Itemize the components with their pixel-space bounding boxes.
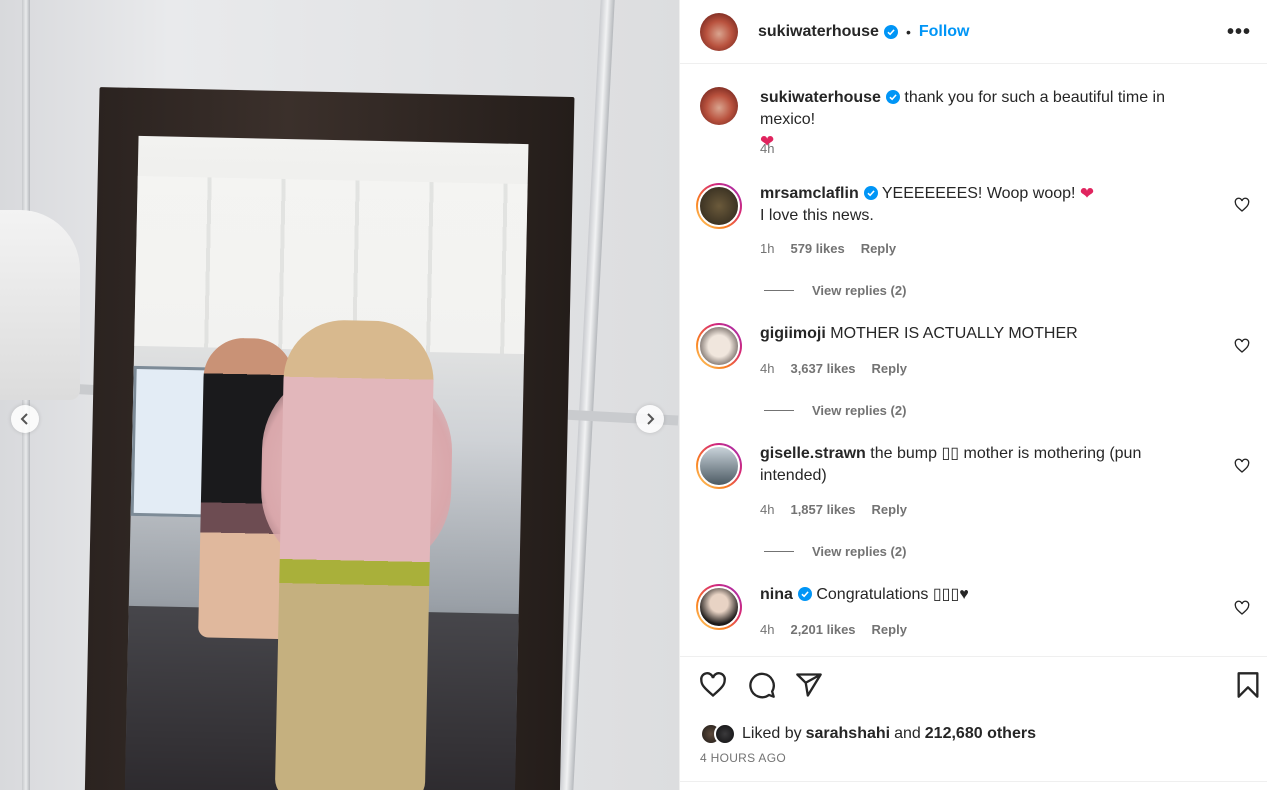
verified-badge-icon (883, 24, 898, 39)
reply-button[interactable]: Reply (872, 361, 907, 376)
mirror-reflection (124, 135, 529, 790)
more-options-button[interactable]: ••• (1225, 20, 1253, 44)
comment-likes[interactable]: 3,637 likes (790, 361, 855, 376)
replies-divider (764, 410, 794, 411)
comment-likes[interactable]: 579 likes (790, 241, 844, 256)
liked-by-prefix: Liked by (742, 725, 802, 742)
comment-text: giselle.strawn the bump ▯▯ mother is mot… (760, 443, 1190, 487)
bookmark-icon (1237, 672, 1259, 698)
comment-button[interactable] (747, 671, 777, 701)
comment-item: mrsamclaflin YEEEEEEES! Woop woop! ❤ I l… (696, 183, 1256, 303)
comment-meta: 1h 579 likes Reply (760, 241, 896, 256)
commenter-avatar[interactable] (696, 443, 742, 489)
comment-meta: 4h 3,637 likes Reply (760, 361, 907, 376)
comment-username[interactable]: mrsamclaflin (760, 185, 859, 202)
comment-heart-icon[interactable] (1234, 600, 1250, 616)
verified-badge-icon (863, 186, 878, 200)
save-button[interactable] (1233, 671, 1263, 701)
like-button[interactable] (698, 671, 728, 701)
comment-item: nina Congratulations ▯▯▯♥ 4h 2,201 likes… (696, 584, 1256, 654)
comment-item: gigiimoji MOTHER IS ACTUALLY MOTHER 4h 3… (696, 323, 1256, 423)
follow-button[interactable]: Follow (919, 23, 970, 41)
view-replies-button[interactable]: View replies (2) (764, 403, 906, 418)
replies-divider (764, 551, 794, 552)
comment-heart-icon[interactable] (1234, 197, 1250, 213)
comment-text: gigiimoji MOTHER IS ACTUALLY MOTHER (760, 323, 1190, 345)
post-header: sukiwaterhouse • Follow ••• (680, 0, 1267, 64)
author-avatar[interactable] (700, 12, 738, 51)
view-replies-label: View replies (2) (812, 403, 907, 418)
separator-dot: • (905, 23, 911, 40)
comment-time: 1h (760, 241, 775, 256)
comment-time: 4h (760, 361, 775, 376)
comment-heart-icon[interactable] (1234, 458, 1250, 474)
view-replies-button[interactable]: View replies (2) (764, 283, 906, 298)
caption: sukiwaterhouse thank you for such a beau… (696, 87, 1256, 167)
commenter-avatar[interactable] (696, 584, 742, 630)
caption-avatar[interactable] (700, 87, 738, 125)
comment-body: Congratulations ▯▯▯♥ (816, 586, 969, 603)
comment-item: giselle.strawn the bump ▯▯ mother is mot… (696, 443, 1256, 563)
comment-meta: 4h 2,201 likes Reply (760, 622, 907, 637)
divider (680, 781, 1267, 782)
caption-time: 4h (760, 141, 775, 156)
liked-by-user[interactable]: sarahshahi (806, 725, 890, 743)
view-replies-label: View replies (2) (812, 283, 907, 298)
share-icon (796, 673, 822, 697)
caption-text: sukiwaterhouse thank you for such a beau… (760, 87, 1190, 153)
comment-body: YEEEEEEES! Woop woop! (881, 185, 1076, 202)
comment-username[interactable]: nina (760, 586, 793, 603)
commenter-avatar[interactable] (696, 323, 742, 369)
person-right (274, 319, 435, 790)
comment-meta: 4h 1,857 likes Reply (760, 502, 907, 517)
comment-icon (749, 672, 775, 699)
comment-heart-icon[interactable] (1234, 338, 1250, 354)
reply-button[interactable]: Reply (872, 502, 907, 517)
post-side-panel: sukiwaterhouse • Follow ••• sukiwaterhou… (679, 0, 1267, 790)
share-button[interactable] (794, 671, 824, 701)
chevron-left-icon (20, 413, 28, 425)
commenter-avatar[interactable] (696, 183, 742, 229)
view-replies-label: View replies (2) (812, 544, 907, 559)
post-photo[interactable] (0, 0, 679, 790)
comment-time: 4h (760, 502, 775, 517)
comment-text: nina Congratulations ▯▯▯♥ (760, 584, 1190, 606)
mirror-frame (84, 87, 575, 790)
comment-username[interactable]: giselle.strawn (760, 445, 866, 462)
replies-divider (764, 290, 794, 291)
liked-by: Liked by sarahshahi and 212,680 others (700, 723, 1036, 745)
reply-button[interactable]: Reply (861, 241, 896, 256)
post-time: 4 HOURS AGO (700, 751, 786, 765)
comment-body-line2: I love this news. (760, 207, 874, 224)
post-actions-bar: Liked by sarahshahi and 212,680 others 4… (680, 656, 1267, 790)
view-replies-button[interactable]: View replies (2) (764, 544, 906, 559)
lamp-shade (0, 210, 80, 400)
liker-avatar (714, 723, 736, 745)
carousel-next-button[interactable] (636, 405, 664, 433)
comment-username[interactable]: gigiimoji (760, 325, 826, 342)
heart-icon (700, 672, 726, 698)
reply-button[interactable]: Reply (872, 622, 907, 637)
verified-badge-icon (797, 587, 812, 601)
comment-text: mrsamclaflin YEEEEEEES! Woop woop! ❤ I l… (760, 183, 1190, 227)
verified-badge-icon (885, 90, 900, 104)
comment-likes[interactable]: 1,857 likes (790, 502, 855, 517)
liked-by-others[interactable]: 212,680 others (925, 725, 1036, 743)
heart-emoji-icon: ❤ (1079, 184, 1095, 203)
comment-body: MOTHER IS ACTUALLY MOTHER (830, 325, 1078, 342)
caption-meta: 4h (760, 141, 774, 156)
comments-list[interactable]: sukiwaterhouse thank you for such a beau… (680, 65, 1267, 655)
carousel-prev-button[interactable] (11, 405, 39, 433)
chevron-right-icon (647, 413, 655, 425)
liked-by-and: and (894, 725, 921, 742)
caption-username[interactable]: sukiwaterhouse (760, 89, 881, 106)
author-username[interactable]: sukiwaterhouse (758, 23, 879, 41)
comment-time: 4h (760, 622, 775, 637)
comment-likes[interactable]: 2,201 likes (790, 622, 855, 637)
